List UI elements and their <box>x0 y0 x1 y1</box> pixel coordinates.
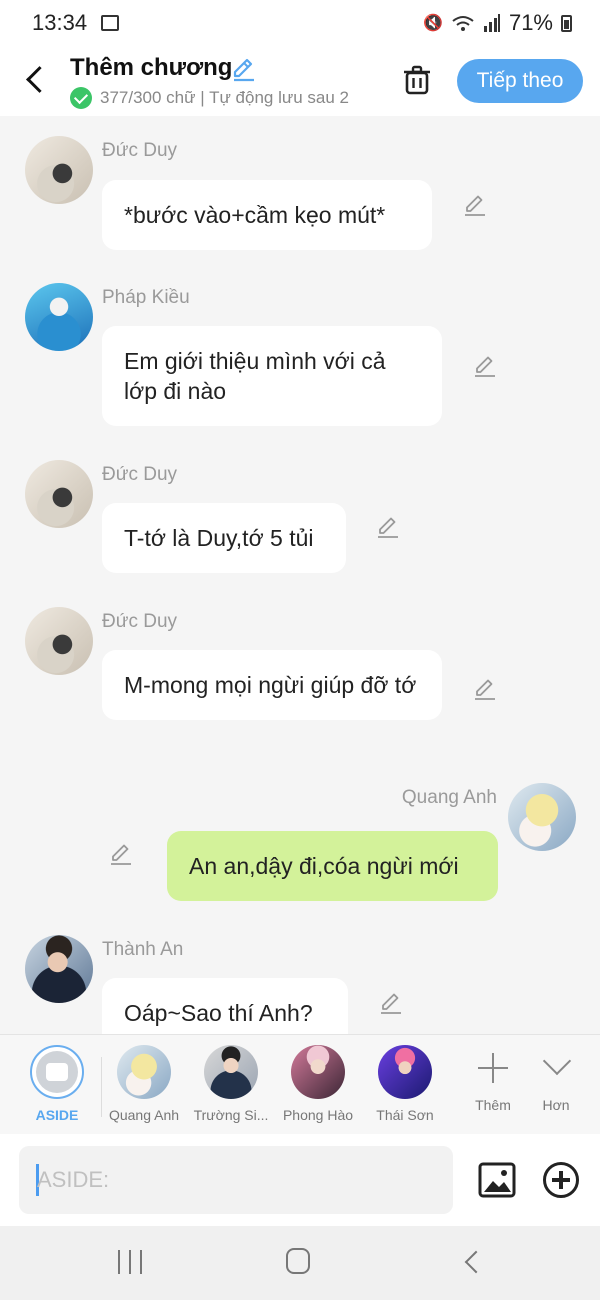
edit-message-icon[interactable] <box>462 192 488 218</box>
avatar-duc-duy[interactable] <box>25 460 93 528</box>
edit-message-icon[interactable] <box>472 676 498 702</box>
author-name: Pháp Kiều <box>102 287 190 308</box>
avatar-quang-anh[interactable] <box>508 783 576 851</box>
message-input-box[interactable] <box>19 1146 453 1214</box>
avatar-thanh-an[interactable] <box>25 935 93 1003</box>
character-quang-anh[interactable]: Quang Anh <box>100 1045 188 1133</box>
wifi-icon <box>452 16 474 31</box>
recent-apps-icon[interactable] <box>118 1250 142 1274</box>
author-name: Đức Duy <box>102 611 178 632</box>
character-label: Trường Si... <box>193 1107 269 1123</box>
add-character-label[interactable]: Thêm <box>463 1097 523 1113</box>
edit-message-icon[interactable] <box>472 353 498 379</box>
author-name: Quang Anh <box>401 787 497 808</box>
avatar <box>117 1045 171 1099</box>
avatar-phap-kieu[interactable] <box>25 283 93 351</box>
narration-icon <box>36 1051 78 1093</box>
message-bubble[interactable]: Em giới thiệu mình với cả lớp đi nào <box>102 326 442 426</box>
page-title: Thêm chương <box>70 54 233 81</box>
add-character-icon[interactable] <box>478 1053 508 1083</box>
character-truong-sinh[interactable]: Trường Si... <box>187 1045 275 1133</box>
character-label: Phong Hào <box>282 1107 354 1123</box>
save-status: 377/300 chữ | Tự động lưu sau 2 <box>70 86 375 110</box>
edit-message-icon[interactable] <box>375 514 401 540</box>
trash-icon[interactable] <box>402 64 432 96</box>
image-icon[interactable] <box>478 1162 516 1198</box>
message-bubble[interactable]: *bước vào+cầm kẹo mút* <box>102 180 432 250</box>
editor-header: Thêm chương 377/300 chữ | Tự động lưu sa… <box>0 46 600 116</box>
home-icon[interactable] <box>286 1248 310 1274</box>
back-button[interactable] <box>22 64 48 94</box>
message-bubble-own[interactable]: An an,dậy đi,cóa ngừi mới <box>167 831 498 901</box>
character-label: Thái Sơn <box>376 1107 434 1123</box>
status-time: 13:34 <box>32 10 88 35</box>
chevron-down-icon[interactable] <box>544 1051 568 1075</box>
more-label[interactable]: Hơn <box>526 1097 586 1113</box>
author-name: Đức Duy <box>102 464 178 485</box>
character-label: Quang Anh <box>108 1107 180 1123</box>
chat-list[interactable]: Đức Duy *bước vào+cầm kẹo mút* Pháp Kiều… <box>0 116 600 1034</box>
add-circle-icon[interactable] <box>543 1162 579 1198</box>
edit-message-icon[interactable] <box>378 990 404 1016</box>
character-thai-son[interactable]: Thái Sơn <box>361 1045 449 1133</box>
avatar <box>204 1045 258 1099</box>
battery-icon <box>561 14 572 32</box>
author-name: Đức Duy <box>102 140 178 161</box>
message-bubble[interactable]: Oáp~Sao thí Anh? <box>102 978 348 1034</box>
check-icon <box>70 87 92 109</box>
aside-button[interactable] <box>30 1045 84 1099</box>
gallery-notification-icon <box>101 15 120 31</box>
author-name: Thành An <box>102 939 184 960</box>
signal-icon <box>483 14 500 32</box>
composer <box>0 1134 600 1226</box>
aside-label: ASIDE <box>35 1107 79 1123</box>
edit-title-icon[interactable] <box>230 56 256 82</box>
battery-percent: 71% <box>508 10 553 35</box>
avatar-duc-duy[interactable] <box>25 136 93 204</box>
avatar <box>378 1045 432 1099</box>
message-bubble[interactable]: M-mong mọi ngừi giúp đỡ tớ <box>102 650 442 720</box>
mute-icon: 🔇 <box>423 15 443 32</box>
message-bubble[interactable]: T-tớ là Duy,tớ 5 tủi <box>102 503 346 573</box>
save-status-text: 377/300 chữ | Tự động lưu sau 2 <box>100 88 350 107</box>
system-nav-bar <box>0 1226 600 1300</box>
character-phong-hao[interactable]: Phong Hào <box>274 1045 362 1133</box>
status-bar: 13:34 🔇 71% <box>0 0 600 46</box>
avatar-duc-duy[interactable] <box>25 607 93 675</box>
character-selector: ASIDE Quang Anh Trường Si... Phong Hào T… <box>0 1034 600 1134</box>
next-button[interactable]: Tiếp theo <box>457 59 583 103</box>
avatar <box>291 1045 345 1099</box>
edit-message-icon[interactable] <box>108 841 134 867</box>
message-input[interactable] <box>37 1146 437 1214</box>
nav-back-icon[interactable] <box>460 1250 484 1274</box>
